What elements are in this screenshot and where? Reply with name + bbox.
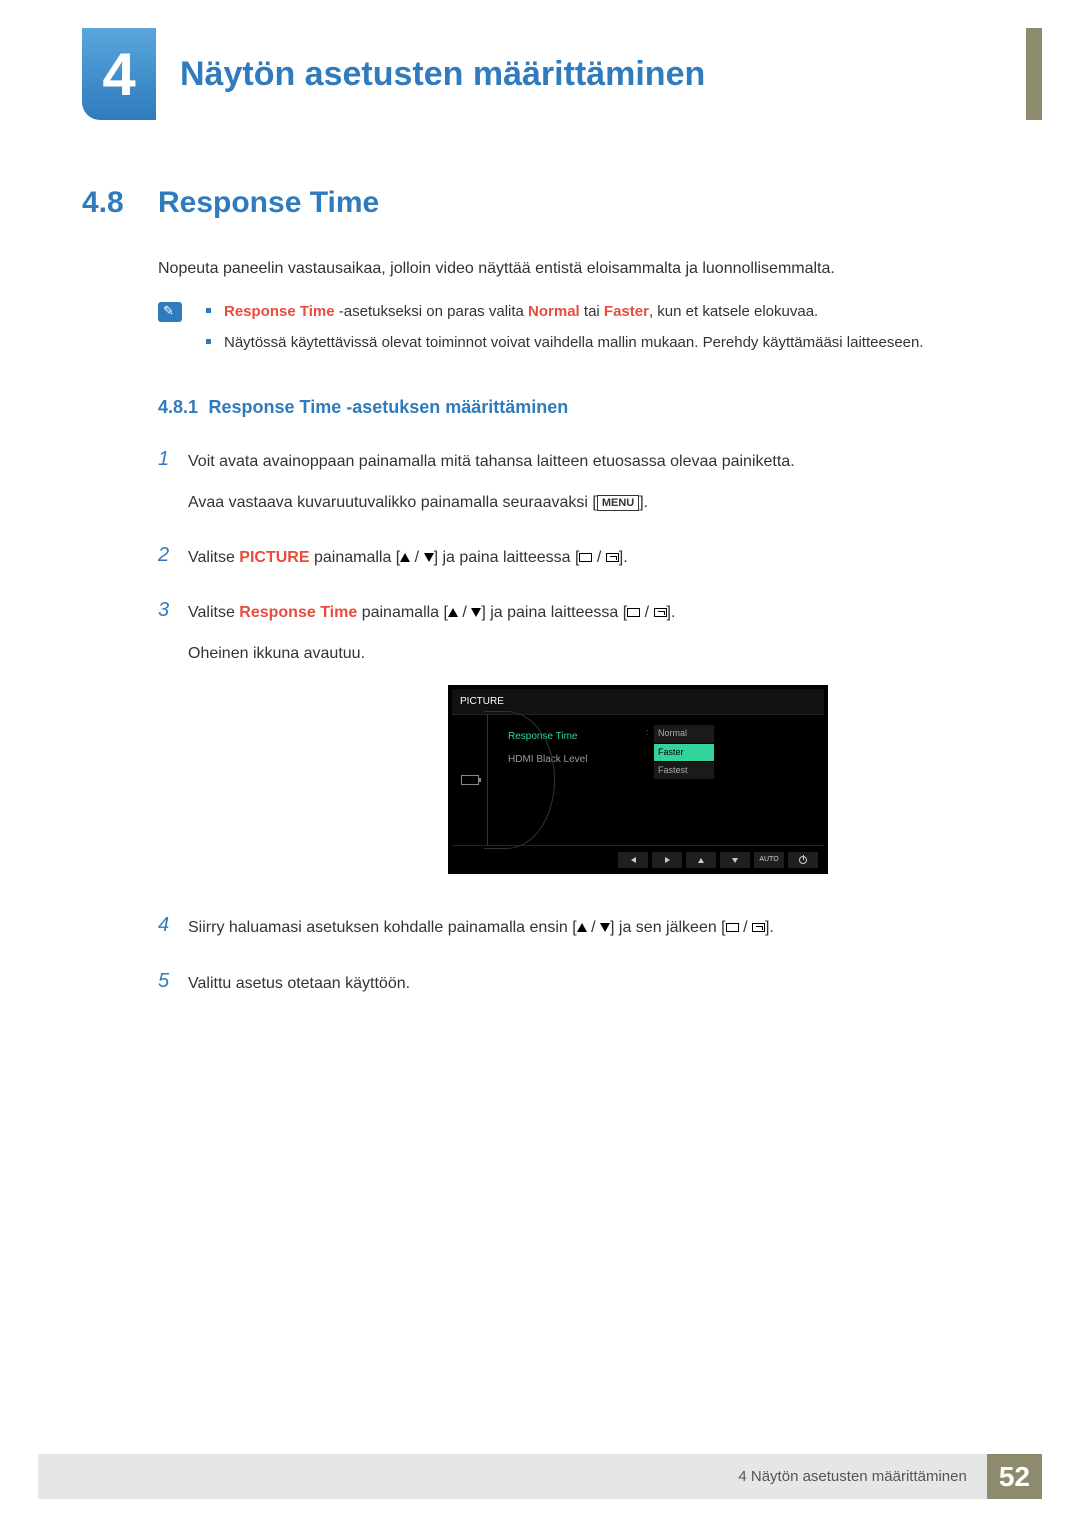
text: Siirry haluamasi asetuksen kohdalle pain… bbox=[188, 919, 577, 936]
select-icon bbox=[627, 608, 640, 617]
page-footer: 4 Näytön asetusten määrittäminen 52 bbox=[38, 1454, 1042, 1499]
battery-icon bbox=[461, 775, 479, 785]
chapter-header: 4 Näytön asetusten määrittäminen bbox=[82, 28, 705, 120]
footer-page-number: 52 bbox=[987, 1454, 1042, 1499]
osd-nav-left bbox=[618, 852, 648, 868]
osd-left-panel bbox=[452, 715, 488, 845]
kw-response-time: Response Time bbox=[239, 604, 357, 621]
kw-faster: Faster bbox=[604, 303, 649, 320]
step-number: 2 bbox=[158, 544, 188, 585]
step-number: 4 bbox=[158, 914, 188, 955]
subsection-title: Response Time -asetuksen määrittäminen bbox=[209, 397, 569, 417]
osd-nav-down bbox=[720, 852, 750, 868]
up-icon bbox=[577, 923, 587, 932]
osd-option-faster: Faster bbox=[654, 744, 714, 761]
text: painamalla [ bbox=[310, 549, 401, 566]
step-3-line-1: Valitse Response Time painamalla [ / ] j… bbox=[188, 599, 828, 626]
text: -asetukseksi on paras valita bbox=[335, 303, 528, 320]
text: ] ja paina laitteessa [ bbox=[481, 604, 627, 621]
text: ]. bbox=[667, 604, 676, 621]
osd-body: Response Time HDMI Black Level : Normal … bbox=[452, 715, 824, 845]
step-body: Valitse PICTURE painamalla [ / ] ja pain… bbox=[188, 544, 628, 585]
text: ] ja paina laitteessa [ bbox=[434, 549, 580, 566]
text: Valitse bbox=[188, 549, 239, 566]
note-icon bbox=[158, 302, 182, 322]
note-block: Response Time -asetukseksi on paras vali… bbox=[158, 300, 1002, 363]
chapter-title: Näytön asetusten määrittäminen bbox=[180, 55, 705, 94]
step-1-line-1: Voit avata avainoppaan painamalla mitä t… bbox=[188, 448, 795, 475]
header-side-accent bbox=[1026, 28, 1042, 120]
text: ]. bbox=[639, 494, 648, 511]
step-3: 3 Valitse Response Time painamalla [ / ]… bbox=[158, 599, 1002, 900]
section-heading: 4.8 Response Time bbox=[82, 186, 1002, 220]
chapter-number-badge: 4 bbox=[82, 28, 156, 120]
step-3-line-2: Oheinen ikkuna avautuu. bbox=[188, 640, 828, 667]
note-bullet-2: Näytössä käytettävissä olevat toiminnot … bbox=[206, 331, 924, 354]
down-icon bbox=[600, 923, 610, 932]
source-icon bbox=[752, 923, 765, 932]
step-number: 1 bbox=[158, 448, 188, 530]
step-5-line: Valittu asetus otetaan käyttöön. bbox=[188, 970, 410, 997]
up-icon bbox=[400, 553, 410, 562]
step-2: 2 Valitse PICTURE painamalla [ / ] ja pa… bbox=[158, 544, 1002, 585]
step-body: Valittu asetus otetaan käyttöön. bbox=[188, 970, 410, 1011]
up-icon bbox=[448, 608, 458, 617]
osd-nav-auto: AUTO bbox=[754, 852, 784, 868]
section-title: Response Time bbox=[158, 186, 379, 220]
osd-item-hdmi-black-level: HDMI Black Level bbox=[496, 748, 640, 771]
power-icon bbox=[799, 856, 807, 864]
osd-nav-power bbox=[788, 852, 818, 868]
step-body: Voit avata avainoppaan painamalla mitä t… bbox=[188, 448, 795, 530]
osd-nav-right bbox=[652, 852, 682, 868]
subsection-number: 4.8.1 bbox=[158, 397, 198, 417]
osd-option-fastest: Fastest bbox=[654, 762, 714, 779]
section-number: 4.8 bbox=[82, 186, 158, 220]
text: ]. bbox=[619, 549, 628, 566]
text: tai bbox=[580, 303, 604, 320]
osd-menu-list: Response Time HDMI Black Level bbox=[488, 715, 648, 845]
kw-normal: Normal bbox=[528, 303, 580, 320]
osd-options: : Normal Faster Fastest bbox=[648, 715, 824, 845]
step-1-line-2: Avaa vastaava kuvaruutuvalikko painamall… bbox=[188, 489, 795, 516]
step-4-line: Siirry haluamasi asetuksen kohdalle pain… bbox=[188, 914, 774, 941]
text: , kun et katsele elokuvaa. bbox=[649, 303, 818, 320]
step-1: 1 Voit avata avainoppaan painamalla mitä… bbox=[158, 448, 1002, 530]
step-body: Valitse Response Time painamalla [ / ] j… bbox=[188, 599, 828, 900]
select-icon bbox=[726, 923, 739, 932]
down-icon bbox=[424, 553, 434, 562]
text: ]. bbox=[765, 919, 774, 936]
subsection-heading: 4.8.1 Response Time -asetuksen määrittäm… bbox=[158, 397, 1002, 418]
down-icon bbox=[471, 608, 481, 617]
text: Valitse bbox=[188, 604, 239, 621]
footer-text: 4 Näytön asetusten määrittäminen bbox=[718, 1454, 986, 1499]
osd-nav-bar: AUTO bbox=[452, 845, 824, 874]
source-icon bbox=[654, 608, 667, 617]
step-5: 5 Valittu asetus otetaan käyttöön. bbox=[158, 970, 1002, 1011]
osd-header: PICTURE bbox=[452, 689, 824, 715]
osd-nav-up bbox=[686, 852, 716, 868]
step-4: 4 Siirry haluamasi asetuksen kohdalle pa… bbox=[158, 914, 1002, 955]
select-icon bbox=[579, 553, 592, 562]
footer-spacer bbox=[38, 1454, 718, 1499]
step-number: 5 bbox=[158, 970, 188, 1011]
text: ] ja sen jälkeen [ bbox=[610, 919, 726, 936]
step-body: Siirry haluamasi asetuksen kohdalle pain… bbox=[188, 914, 774, 955]
kw-picture: PICTURE bbox=[239, 549, 309, 566]
step-number: 3 bbox=[158, 599, 188, 900]
section-intro: Nopeuta paneelin vastausaikaa, jolloin v… bbox=[158, 260, 1002, 278]
steps-list: 1 Voit avata avainoppaan painamalla mitä… bbox=[158, 448, 1002, 1011]
kw-response-time: Response Time bbox=[224, 303, 335, 320]
osd-item-response-time: Response Time bbox=[496, 725, 640, 748]
source-icon bbox=[606, 553, 619, 562]
note-bullet-1: Response Time -asetukseksi on paras vali… bbox=[206, 300, 924, 323]
page-content: 4.8 Response Time Nopeuta paneelin vasta… bbox=[82, 186, 1002, 1025]
osd-option-normal: Normal bbox=[654, 725, 714, 742]
note-list: Response Time -asetukseksi on paras vali… bbox=[206, 300, 924, 363]
menu-button-icon: MENU bbox=[597, 495, 639, 511]
osd-screenshot: PICTURE Response Time HDMI Black Level :… bbox=[448, 685, 828, 874]
step-2-line: Valitse PICTURE painamalla [ / ] ja pain… bbox=[188, 544, 628, 571]
text: painamalla [ bbox=[357, 604, 448, 621]
text: Avaa vastaava kuvaruutuvalikko painamall… bbox=[188, 494, 597, 511]
